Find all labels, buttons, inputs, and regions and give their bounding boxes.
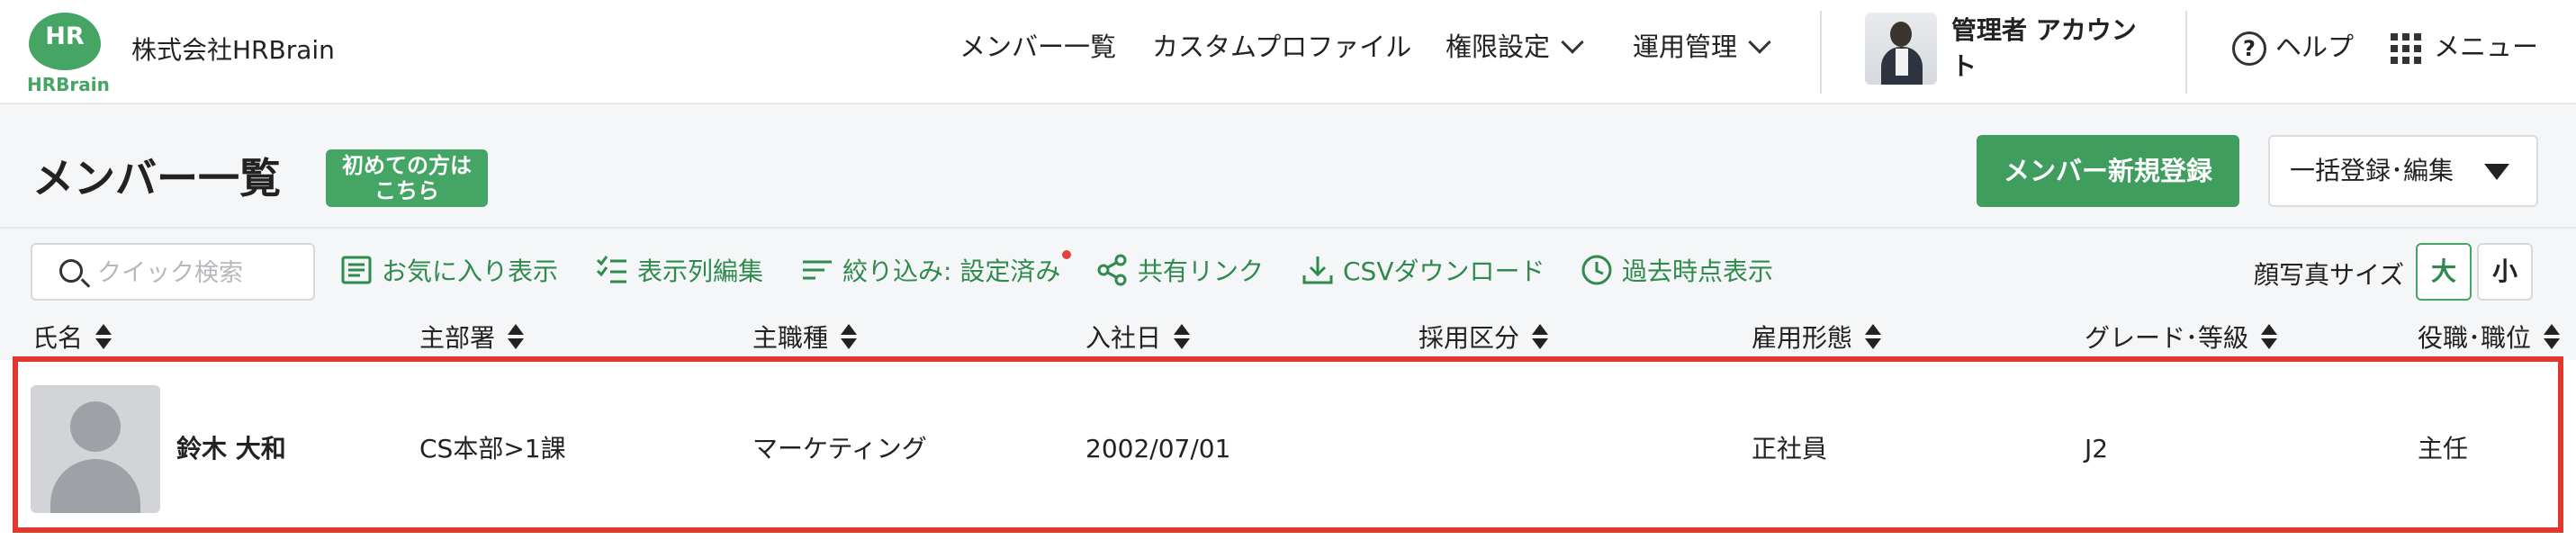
list-icon [340,254,373,286]
sort-icon [508,324,525,351]
column-header-department[interactable]: 主部署 [419,322,525,355]
column-header-label: 主職種 [752,323,829,353]
nav-member-list-label: メンバー一覧 [959,32,1117,62]
chevron-down-icon [1561,31,1584,54]
new-member-button[interactable]: メンバー新規登録 [1977,135,2239,207]
grid-menu-icon [2391,33,2421,64]
logo-wordmark: HRBrain [27,74,110,95]
sort-icon [2261,324,2278,351]
user-name[interactable]: 管理者 アカウント [1951,13,2158,85]
sort-icon [1532,324,1549,351]
nav-operations[interactable]: 運用管理 [1633,29,1771,65]
column-header-grade[interactable]: グレード･等級 [2085,322,2278,355]
column-header-label: 雇用形態 [1752,323,1853,353]
favorites-view-button[interactable]: お気に入り表示 [340,252,558,292]
column-header-label: 主部署 [419,323,496,353]
nav-operations-label: 運用管理 [1633,32,1738,62]
column-header-hire-type[interactable]: 採用区分 [1419,322,1549,355]
header-divider [2185,11,2187,94]
avatar-head [1890,22,1912,47]
checklist-icon [596,254,628,286]
column-header-label: グレード･等級 [2085,323,2249,353]
sort-icon [1865,324,1882,351]
menu-button[interactable]: メニュー [2391,29,2538,65]
photo-size-small-button[interactable]: 小 [2477,243,2533,301]
top-header: HR HRBrain 株式会社HRBrain メンバー一覧 カスタムプロファイル… [0,0,2576,104]
column-header-join-date[interactable]: 入社日 [1085,322,1191,355]
company-name: 株式会社HRBrain [131,35,335,65]
column-header-label: 氏名 [32,323,84,353]
filter-icon [801,254,833,286]
nav-custom-profile-label: カスタムプロファイル [1152,32,1412,62]
column-header-label: 入社日 [1085,323,1162,353]
hrbrain-logo[interactable]: HR HRBrain [27,13,110,95]
download-icon [1302,254,1334,286]
sort-icon [841,324,858,351]
sort-icon [95,324,113,351]
sort-icon [1174,324,1191,351]
quick-search-input[interactable] [97,256,304,290]
user-avatar[interactable] [1865,13,1937,85]
page-title: メンバー一覧 [32,154,281,202]
photo-size-label: 顔写真サイズ [2254,260,2405,290]
first-time-line2: こちら [374,178,439,203]
chevron-down-icon [1748,31,1771,54]
sort-icon [2544,324,2561,351]
edit-columns-label: 表示列編集 [637,256,764,286]
filter-active-indicator [1062,250,1071,259]
first-time-line1: 初めての方は [342,153,472,178]
bulk-edit-dropdown[interactable]: 一括登録･編集 [2268,135,2538,207]
column-header-label: 採用区分 [1419,323,1520,353]
table-header: 氏名 主部署 主職種 入社日 採用区分 雇用形態 グレード･等級 役職･職位 [0,317,2576,358]
photo-size-large-button[interactable]: 大 [2416,243,2472,301]
nav-permission-settings-label: 権限設定 [1446,32,1551,62]
column-header-employment[interactable]: 雇用形態 [1752,322,1882,355]
csv-download-label: CSVダウンロード [1343,256,1545,286]
quick-search[interactable] [31,243,315,301]
column-header-name[interactable]: 氏名 [32,322,113,355]
row-highlight-box [13,356,2563,533]
share-link-label: 共有リンク [1138,256,1265,286]
filter-label: 絞り込み: 設定済み [842,256,1061,286]
bulk-edit-label: 一括登録･編集 [2290,156,2454,185]
divider [0,227,2576,229]
past-view-label: 過去時点表示 [1622,256,1774,286]
clock-icon [1581,254,1613,286]
filter-button[interactable]: 絞り込み: 設定済み [801,252,1060,292]
menu-label: メニュー [2434,32,2539,62]
nav-permission-settings[interactable]: 権限設定 [1446,29,1584,65]
past-view-button[interactable]: 過去時点表示 [1581,252,1773,292]
first-time-guide-button[interactable]: 初めての方は こちら [326,149,488,207]
avatar-shirt [1896,49,1908,76]
edit-columns-button[interactable]: 表示列編集 [596,252,763,292]
column-header-label: 役職･職位 [2418,323,2532,353]
share-link-button[interactable]: 共有リンク [1096,252,1264,292]
column-header-job-type[interactable]: 主職種 [752,322,858,355]
nav-custom-profile[interactable]: カスタムプロファイル [1152,29,1411,65]
column-header-position[interactable]: 役職･職位 [2418,322,2561,355]
favorites-view-label: お気に入り表示 [382,256,559,286]
nav-member-list[interactable]: メンバー一覧 [959,29,1116,65]
caret-down-icon [2484,164,2509,180]
csv-download-button[interactable]: CSVダウンロード [1302,252,1545,292]
help-label: ヘルプ [2275,32,2355,62]
header-divider [1820,11,1822,94]
search-icon [59,259,83,283]
help-button[interactable]: ? ヘルプ [2232,29,2355,66]
logo-mark: HR [29,13,101,70]
share-icon [1096,254,1129,286]
help-circle-icon: ? [2232,32,2266,66]
